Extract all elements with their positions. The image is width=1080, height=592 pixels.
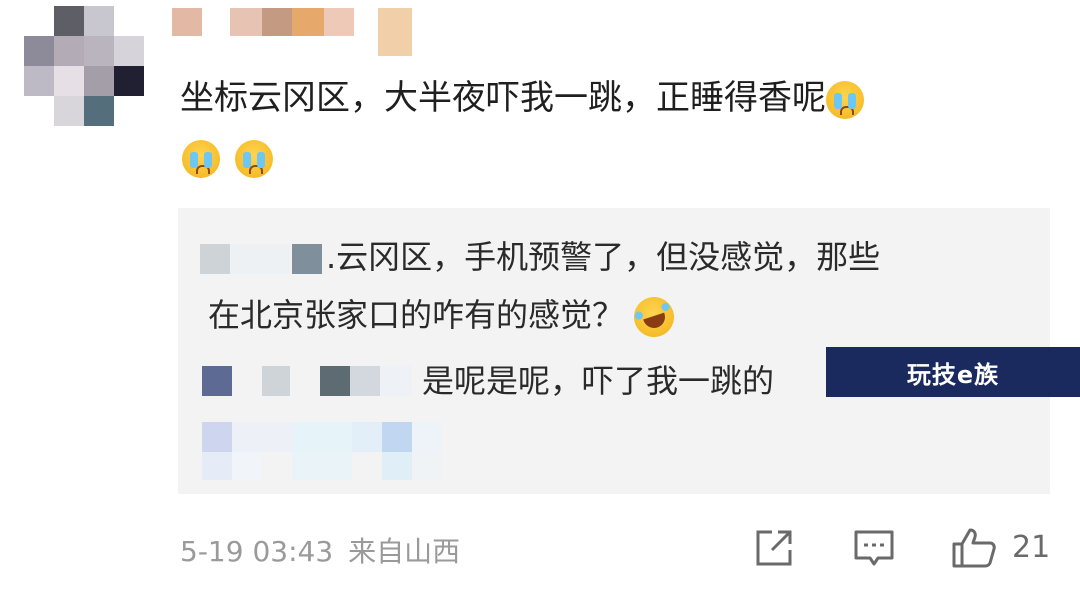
comment-location: 来自山西 [348, 535, 461, 568]
reply-body: 是呢是呢，吓了我一跳的 [422, 362, 775, 400]
crying-face-icon [826, 80, 864, 119]
comment-time: 03:43 [252, 535, 334, 568]
share-button[interactable] [752, 526, 796, 574]
reply-author-blurred[interactable] [200, 244, 322, 274]
reply-body: 在北京张家口的咋有的感觉？ [208, 296, 625, 334]
comment-meta: 5-19 03:43 来自山西 [180, 530, 460, 570]
comment-text: 坐标云冈区，大半夜吓我一跳，正睡得香呢 [180, 70, 864, 126]
share-icon [756, 530, 792, 566]
avatar[interactable] [24, 6, 144, 126]
comment-button[interactable] [852, 526, 896, 574]
crying-face-icon [235, 140, 274, 178]
like-button[interactable] [950, 526, 998, 574]
reply-separator: . [326, 238, 337, 276]
username[interactable] [172, 4, 422, 56]
emoji-row [182, 140, 274, 178]
reply-text-continued: 在北京张家口的咋有的感觉？ [208, 290, 680, 343]
watermark-logo: 玩技e族 [826, 347, 1080, 397]
reply-text: 是呢是呢，吓了我一跳的 [422, 356, 774, 406]
like-count: 21 [1012, 530, 1051, 565]
crying-face-icon [182, 140, 220, 178]
reply-body: 云冈区，手机预警了，但没感觉，那些 [336, 238, 881, 276]
comment-icon [854, 530, 894, 566]
more-replies-blurred[interactable] [202, 422, 442, 482]
laughing-tears-icon [628, 291, 680, 343]
reply-author-blurred[interactable] [202, 366, 412, 396]
comment-body: 坐标云冈区，大半夜吓我一跳，正睡得香呢 [180, 78, 826, 118]
comment-date: 5-19 [180, 535, 244, 568]
reply-text: .云冈区，手机预警了，但没感觉，那些 [326, 232, 880, 282]
watermark-label: 玩技e族 [906, 360, 1000, 389]
thumbs-up-icon [952, 528, 996, 568]
